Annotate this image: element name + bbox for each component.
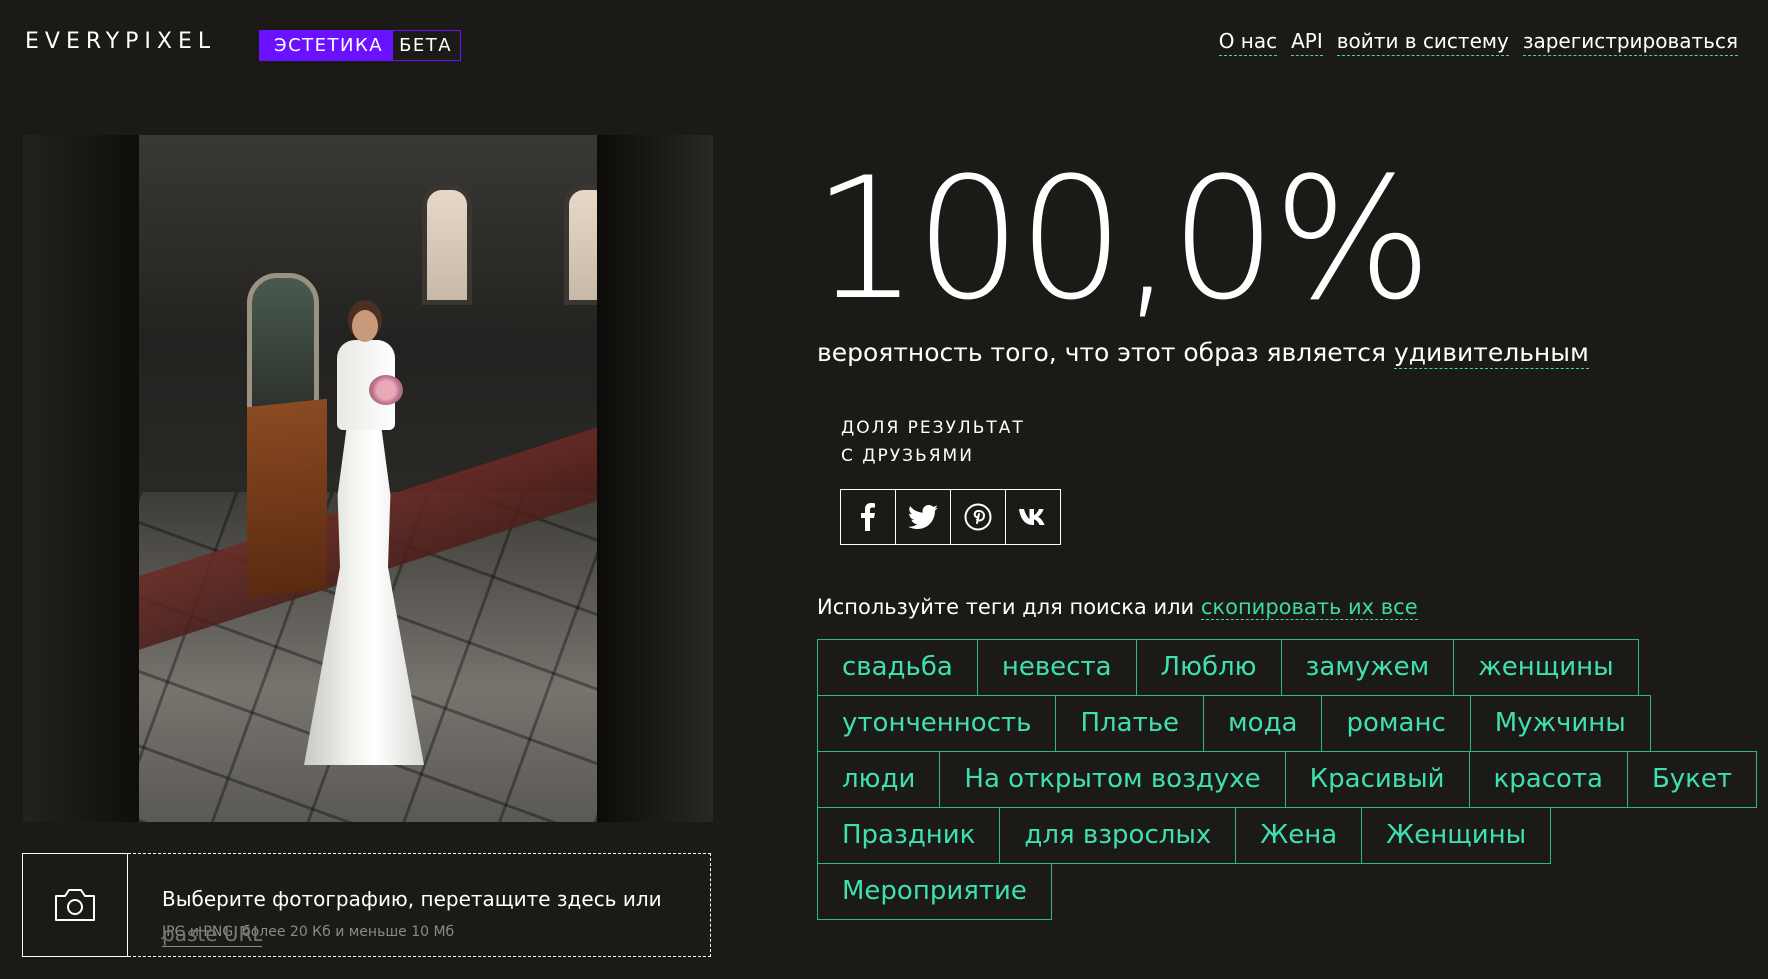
score-caption-text: вероятность того, что этот образ являетс… xyxy=(817,338,1394,367)
camera-icon xyxy=(55,889,95,921)
beta-label: БЕТА xyxy=(399,35,453,56)
tag[interactable]: Жена xyxy=(1235,807,1363,864)
drop-zone[interactable]: Выберите фотографию, перетащите здесь ил… xyxy=(128,853,711,957)
tag[interactable]: Красивый xyxy=(1284,751,1470,808)
tag[interactable]: женщины xyxy=(1453,639,1639,696)
nav-about-link[interactable]: О нас xyxy=(1218,28,1278,56)
tag-row: Мероприятие xyxy=(817,863,1742,920)
tag-row: люди На открытом воздухе Красивый красот… xyxy=(817,751,1758,808)
share-label: ДОЛЯ РЕЗУЛЬТАТ С ДРУЗЬЯМИ xyxy=(841,414,1025,470)
tag[interactable]: Букет xyxy=(1626,751,1758,808)
uploaded-photo xyxy=(139,135,597,822)
share-pinterest-button[interactable] xyxy=(951,490,1006,544)
upload-camera-button[interactable] xyxy=(22,853,128,957)
twitter-icon xyxy=(908,505,938,529)
preview-blur-left xyxy=(23,135,139,822)
image-preview xyxy=(23,135,713,822)
tag[interactable]: Праздник xyxy=(817,807,1001,864)
share-label-line1: ДОЛЯ РЕЗУЛЬТАТ xyxy=(841,418,1025,438)
tag[interactable]: невеста xyxy=(976,639,1137,696)
drop-instructions: Выберите фотографию, перетащите здесь ил… xyxy=(162,887,662,911)
tag[interactable]: мода xyxy=(1203,695,1323,752)
copy-all-tags-link[interactable]: скопировать их все xyxy=(1200,595,1418,620)
tag[interactable]: утонченность xyxy=(817,695,1057,752)
product-name: ЭСТЕТИКА xyxy=(260,31,394,60)
nav-login-link[interactable]: войти в систему xyxy=(1336,28,1509,56)
pinterest-icon xyxy=(964,503,992,531)
tag[interactable]: для взрослых xyxy=(999,807,1237,864)
facebook-icon xyxy=(861,503,875,531)
score-caption: вероятность того, что этот образ являетс… xyxy=(817,338,1589,369)
product-badge: ЭСТЕТИКА БЕТА xyxy=(259,30,462,61)
tag-row: Праздник для взрослых Жена Женщины xyxy=(817,807,1742,864)
share-vk-button[interactable] xyxy=(1006,490,1060,544)
tag[interactable]: Платье xyxy=(1055,695,1205,752)
tag[interactable]: Женщины xyxy=(1361,807,1552,864)
preview-blur-right xyxy=(597,135,713,822)
vk-icon xyxy=(1019,509,1045,525)
tag[interactable]: красота xyxy=(1468,751,1628,808)
share-label-line2: С ДРУЗЬЯМИ xyxy=(841,446,974,466)
share-facebook-button[interactable] xyxy=(841,490,896,544)
tag[interactable]: Мужчины xyxy=(1469,695,1651,752)
paste-url-input[interactable] xyxy=(162,922,262,947)
tag[interactable]: свадьба xyxy=(817,639,978,696)
score-term-link[interactable]: удивительным xyxy=(1393,338,1589,369)
tags-intro-text: Используйте теги для поиска или xyxy=(817,595,1201,619)
aesthetic-score: 100,0% xyxy=(812,141,1433,337)
share-twitter-button[interactable] xyxy=(896,490,951,544)
tag-list: свадьба невеста Люблю замужем женщины ут… xyxy=(817,639,1758,920)
everypixel-logo[interactable]: EVERYPIXEL xyxy=(25,29,216,54)
top-navigation: О нас API войти в систему зарегистрирова… xyxy=(1218,28,1738,56)
nav-api-link[interactable]: API xyxy=(1291,28,1323,56)
tag[interactable]: замужем xyxy=(1280,639,1455,696)
share-buttons xyxy=(840,489,1061,545)
tag[interactable]: Мероприятие xyxy=(817,863,1052,920)
tag[interactable]: романс xyxy=(1321,695,1471,752)
nav-signup-link[interactable]: зарегистрироваться xyxy=(1522,28,1738,56)
tag-row: утонченность Платье мода романс Мужчины xyxy=(817,695,1742,752)
tags-intro: Используйте теги для поиска или скопиров… xyxy=(817,595,1418,620)
tag[interactable]: На открытом воздухе xyxy=(939,751,1286,808)
tag[interactable]: Люблю xyxy=(1135,639,1282,696)
tag[interactable]: люди xyxy=(817,751,941,808)
tag-row: свадьба невеста Люблю замужем женщины xyxy=(817,639,1742,696)
upload-area: Выберите фотографию, перетащите здесь ил… xyxy=(22,853,711,957)
